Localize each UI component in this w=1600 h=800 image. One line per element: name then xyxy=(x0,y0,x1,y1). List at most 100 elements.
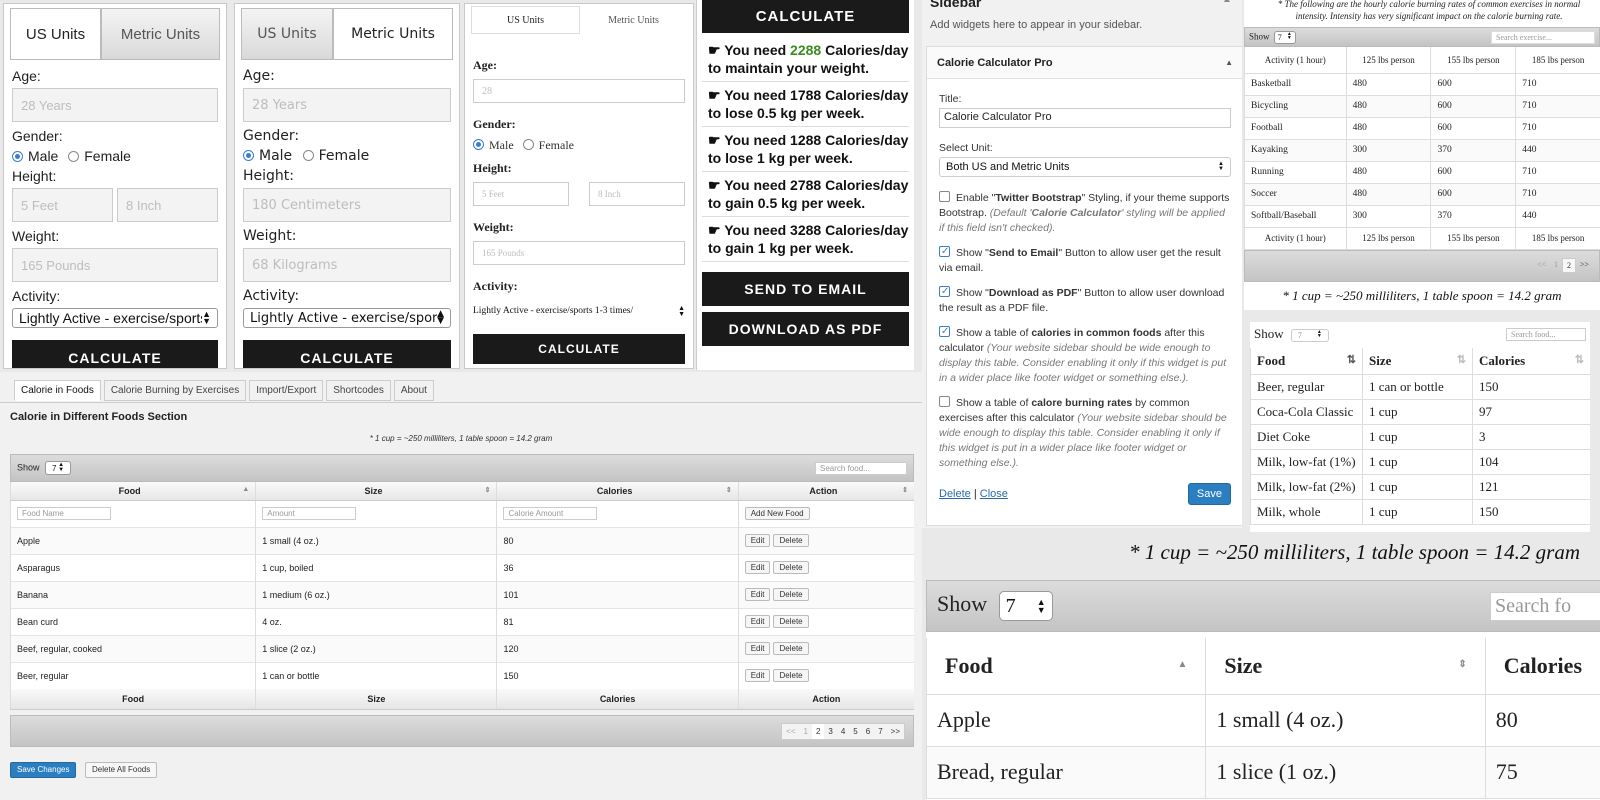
column-header[interactable]: 155 lbs person xyxy=(1430,47,1516,74)
admin-tab[interactable]: Calorie Burning by Exercises xyxy=(103,380,247,401)
column-header[interactable]: Calories xyxy=(1484,638,1600,695)
calculate-button[interactable]: CALCULATE xyxy=(12,340,218,368)
age-input[interactable]: 28 xyxy=(473,79,685,103)
download-pdf-checkbox[interactable] xyxy=(939,284,950,299)
delete-button[interactable]: Delete xyxy=(773,615,809,628)
column-header[interactable]: 125 lbs person xyxy=(1345,47,1431,74)
admin-tab[interactable]: Import/Export xyxy=(249,380,324,401)
edit-button[interactable]: Edit xyxy=(744,669,771,683)
weight-input[interactable]: 165 Pounds xyxy=(12,248,218,282)
send-to-email-button[interactable]: SEND TO EMAIL xyxy=(702,272,909,306)
column-header[interactable]: Food ▲ xyxy=(926,638,1206,695)
delete-button[interactable]: Delete xyxy=(773,588,809,601)
male-radio[interactable] xyxy=(473,139,484,150)
page-link[interactable]: 7 xyxy=(874,724,886,739)
page-link[interactable]: 1 xyxy=(799,724,811,739)
column-header[interactable]: Activity (1 hour) xyxy=(1244,47,1347,74)
tab-metric-units[interactable]: Metric Units xyxy=(101,8,220,60)
edit-button[interactable]: Edit xyxy=(744,588,771,601)
calculate-button[interactable]: CALCULATE xyxy=(473,334,685,364)
admin-tab[interactable]: Shortcodes xyxy=(326,380,391,401)
page-link[interactable]: 3 xyxy=(824,724,836,739)
delete-link[interactable]: Delete xyxy=(939,488,971,500)
page-link[interactable]: 4 xyxy=(837,724,849,739)
tab-us-units[interactable]: US Units xyxy=(241,8,333,60)
feet-input[interactable]: 5 Feet xyxy=(473,182,569,206)
female-radio[interactable] xyxy=(68,151,80,162)
page-link[interactable]: << xyxy=(1533,258,1550,273)
tab-metric-units[interactable]: Metric Units xyxy=(580,6,687,34)
weight-input[interactable]: 165 Pounds xyxy=(473,241,685,265)
activity-select[interactable]: Lightly Active - exercise/sports 1-3 tim… xyxy=(12,308,218,328)
page-link[interactable]: 5 xyxy=(849,724,861,739)
edit-button[interactable]: Edit xyxy=(744,534,771,547)
edit-button[interactable]: Edit xyxy=(744,615,771,628)
page-link[interactable]: 1 xyxy=(1550,258,1562,273)
activity-select[interactable]: Lightly Active - exercise/sports 1-3 tim… xyxy=(473,300,685,322)
height-input[interactable]: 180 Centimeters xyxy=(243,188,451,222)
widget-header[interactable]: Calorie Calculator Pro ▲ xyxy=(927,47,1242,79)
page-size-select[interactable]: 7 ▲ ▼ xyxy=(1290,328,1329,342)
page-link[interactable]: 2 xyxy=(1561,258,1576,273)
column-header[interactable]: 185 lbs person xyxy=(1515,47,1600,74)
column-header[interactable]: Action ⇕ xyxy=(737,482,914,501)
tab-us-units[interactable]: US Units xyxy=(471,6,580,34)
page-size-select[interactable]: 7 ▲ ▼ xyxy=(1273,30,1296,44)
tab-metric-units[interactable]: Metric Units xyxy=(333,8,453,60)
page-size-select[interactable]: 7 ▲ ▼ xyxy=(998,591,1053,621)
food-input[interactable]: Food Name xyxy=(17,507,111,520)
admin-tab[interactable]: Calorie in Foods xyxy=(14,380,101,401)
delete-button[interactable]: Delete xyxy=(773,534,809,547)
page-link[interactable]: 2 xyxy=(811,723,825,739)
delete-button[interactable]: Delete xyxy=(773,642,809,655)
calculate-button[interactable]: CALCULATE xyxy=(702,0,909,33)
male-radio[interactable] xyxy=(12,151,23,162)
food-search-input[interactable]: Search fo xyxy=(1490,591,1600,621)
collapse-arrow-icon[interactable]: ▲ xyxy=(1222,0,1232,5)
delete-button[interactable]: Delete xyxy=(773,669,809,683)
save-button[interactable]: Save xyxy=(1187,483,1231,505)
unit-select[interactable]: Both US and Metric Units ▲ ▼ xyxy=(939,157,1231,177)
column-header[interactable]: Food ▲ xyxy=(9,482,256,501)
download-pdf-button[interactable]: DOWNLOAD AS PDF xyxy=(702,312,909,346)
column-header[interactable]: Size ⇕ xyxy=(1205,638,1486,695)
admin-tab[interactable]: About xyxy=(393,380,434,401)
calculate-button[interactable]: CALCULATE xyxy=(243,340,451,368)
page-size-select[interactable]: 7 ▲ ▼ xyxy=(45,461,72,475)
delete-button[interactable]: Delete xyxy=(773,561,809,574)
size-input[interactable]: Amount xyxy=(262,507,357,520)
exercise-search-input[interactable]: Search exercise... xyxy=(1491,30,1595,44)
close-link[interactable]: Close xyxy=(980,488,1008,500)
edit-button[interactable]: Edit xyxy=(744,561,771,574)
activity-select[interactable]: Lightly Active - exercise/sports 1-3 tim… xyxy=(243,308,451,328)
bootstrap-checkbox[interactable] xyxy=(939,191,950,202)
female-radio[interactable] xyxy=(302,150,314,161)
female-radio[interactable] xyxy=(522,139,534,150)
age-input[interactable]: 28 Years xyxy=(12,88,218,122)
feet-input[interactable]: 5 Feet xyxy=(12,188,113,222)
page-link[interactable]: >> xyxy=(887,724,904,739)
food-search-input[interactable]: Search food... xyxy=(1506,327,1586,341)
page-link[interactable]: << xyxy=(782,724,799,739)
delete-all-foods-button[interactable]: Delete All Foods xyxy=(85,762,158,778)
age-input[interactable]: 28 Years xyxy=(243,88,451,122)
calories-input[interactable]: Calorie Amount xyxy=(503,507,598,520)
page-link[interactable]: 6 xyxy=(862,724,874,739)
inch-input[interactable]: 8 Inch xyxy=(589,182,685,206)
add-new-food-button[interactable]: Add New Food xyxy=(744,507,810,520)
column-header[interactable]: Calories ⇕ xyxy=(496,482,739,501)
title-input[interactable]: Calorie Calculator Pro xyxy=(939,108,1231,128)
column-header[interactable]: Size ⇕ xyxy=(255,482,497,501)
column-header[interactable]: Calories ⇅ xyxy=(1472,348,1590,375)
column-header[interactable]: Size ⇅ xyxy=(1362,348,1473,375)
weight-input[interactable]: 68 Kilograms xyxy=(243,248,451,282)
save-changes-button[interactable]: Save Changes xyxy=(10,762,77,778)
tab-us-units[interactable]: US Units xyxy=(10,8,101,60)
send-email-checkbox[interactable] xyxy=(939,244,950,259)
foods-table-checkbox[interactable] xyxy=(939,324,950,339)
page-link[interactable]: >> xyxy=(1576,258,1593,273)
male-radio[interactable] xyxy=(243,150,254,161)
inch-input[interactable]: 8 Inch xyxy=(117,188,218,222)
exercise-table-checkbox[interactable] xyxy=(939,396,950,407)
food-search-input[interactable]: Search food... xyxy=(815,461,907,475)
